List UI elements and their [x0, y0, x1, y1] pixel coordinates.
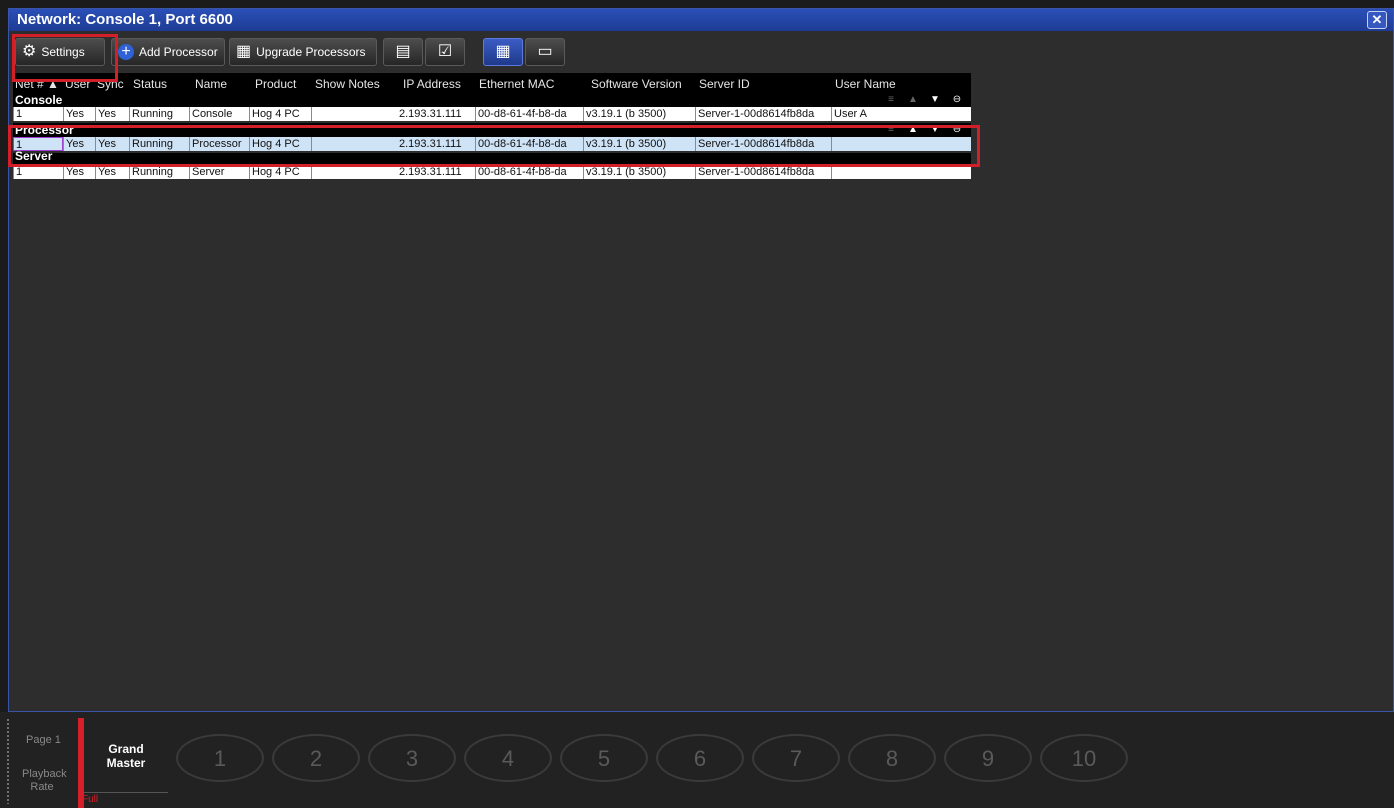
cell-product: Hog 4 PC [249, 165, 311, 179]
col-software-version[interactable]: Software Version [591, 77, 682, 91]
plus-icon: + [118, 44, 134, 60]
playback-number: 9 [981, 746, 995, 771]
checklist-icon: ☑ [437, 43, 453, 60]
cell-mac: 00-d8-61-4f-b8-da [475, 165, 583, 179]
col-server-id[interactable]: Server ID [699, 77, 750, 91]
cell-name: Server [189, 165, 249, 179]
group-console: Console ≡ ▲ ▼ ⊖ [13, 93, 971, 107]
list-view-button[interactable]: ▭ [525, 38, 565, 66]
col-status[interactable]: Status [133, 77, 167, 91]
move-down-icon[interactable]: ▼ [927, 94, 943, 105]
cell-user-name [831, 165, 971, 179]
checklist-button[interactable]: ☑ [425, 38, 465, 66]
collapse-icon[interactable]: ⊖ [949, 94, 965, 105]
playback-10[interactable]: 10 [1040, 734, 1128, 782]
cell-status: Running [129, 165, 189, 179]
divider [84, 792, 168, 793]
playback-1[interactable]: 1 [176, 734, 264, 782]
cell-show-notes [311, 107, 397, 121]
playback-9[interactable]: 9 [944, 734, 1032, 782]
drag-handle[interactable] [6, 718, 10, 804]
upgrade-processors-button[interactable]: ▦ Upgrade Processors [229, 38, 377, 66]
cell-server-id: Server-1-00d8614fb8da [695, 165, 831, 179]
move-up-icon[interactable]: ▲ [905, 94, 921, 105]
playback-number: 5 [597, 746, 611, 771]
col-user-name[interactable]: User Name [835, 77, 896, 91]
print-button[interactable]: ▤ [383, 38, 423, 66]
cell-user: Yes [63, 165, 95, 179]
col-name[interactable]: Name [195, 77, 227, 91]
col-ip-address[interactable]: IP Address [403, 77, 461, 91]
cell-version: v3.19.1 (b 3500) [583, 107, 695, 121]
package-icon: ▦ [236, 43, 252, 60]
playback-8[interactable]: 8 [848, 734, 936, 782]
processor-row-highlight [8, 125, 980, 167]
playback-number: 10 [1071, 746, 1097, 771]
table-row[interactable]: 1 Yes Yes Running Server Hog 4 PC 2.193.… [13, 165, 971, 179]
playback-number: 1 [213, 746, 227, 771]
playback-rate-label[interactable]: Playback Rate [22, 768, 67, 794]
playback-number: 8 [885, 746, 899, 771]
upgrade-processors-label: Upgrade Processors [256, 45, 366, 59]
cell-server-id: Server-1-00d8614fb8da [695, 107, 831, 121]
window-title: Network: Console 1, Port 6600 [17, 11, 233, 28]
cell-mac: 00-d8-61-4f-b8-da [475, 107, 583, 121]
cell-sync: Yes [95, 165, 129, 179]
playback-2[interactable]: 2 [272, 734, 360, 782]
cell-ip: 2.193.31.111 [399, 108, 462, 120]
network-window: Network: Console 1, Port 6600 ✕ ⚙ Settin… [8, 8, 1394, 712]
add-processor-label: Add Processor [139, 45, 218, 59]
playback-number: 3 [405, 746, 419, 771]
cell-sync: Yes [95, 107, 129, 121]
page-label[interactable]: Page 1 [26, 734, 61, 746]
title-bar: Network: Console 1, Port 6600 ✕ [9, 9, 1393, 31]
list-view-icon: ▭ [537, 43, 553, 60]
printer-icon: ▤ [395, 43, 411, 60]
playback-bar: Page 1 Playback Rate Grand Master Full 1… [0, 712, 1394, 808]
close-icon[interactable]: ✕ [1367, 11, 1387, 29]
group-label: Console [15, 93, 63, 107]
col-product[interactable]: Product [255, 77, 296, 91]
playback-5[interactable]: 5 [560, 734, 648, 782]
playback-7[interactable]: 7 [752, 734, 840, 782]
toolbar: ⚙ Settings + Add Processor ▦ Upgrade Pro… [9, 35, 1393, 67]
col-show-notes[interactable]: Show Notes [315, 77, 380, 91]
playback-6[interactable]: 6 [656, 734, 744, 782]
playback-number: 2 [309, 746, 323, 771]
table-header: Net # ▲ User Sync Status Name Product Sh… [13, 73, 971, 93]
playback-number: 4 [501, 746, 515, 771]
cell-status: Running [129, 107, 189, 121]
sort-icon[interactable]: ≡ [883, 94, 899, 105]
spreadsheet-view-button[interactable]: ▦ [483, 38, 523, 66]
cell-show-notes [311, 165, 397, 179]
cell-net: 1 [13, 107, 63, 121]
grand-master-level: Full [82, 794, 99, 805]
cell-net: 1 [13, 165, 63, 179]
cell-ip: 2.193.31.111 [399, 166, 462, 178]
cell-name: Console [189, 107, 249, 121]
spreadsheet-icon: ▦ [495, 43, 511, 60]
cell-product: Hog 4 PC [249, 107, 311, 121]
settings-highlight [12, 34, 118, 82]
grand-master-label: Grand Master [106, 742, 146, 770]
cell-user-name: User A [831, 107, 971, 121]
col-ethernet-mac[interactable]: Ethernet MAC [479, 77, 554, 91]
playback-4[interactable]: 4 [464, 734, 552, 782]
playback-number: 7 [789, 746, 803, 771]
add-processor-button[interactable]: + Add Processor [111, 38, 225, 66]
playback-3[interactable]: 3 [368, 734, 456, 782]
group-controls: ≡ ▲ ▼ ⊖ [883, 94, 965, 105]
cell-version: v3.19.1 (b 3500) [583, 165, 695, 179]
cell-user: Yes [63, 107, 95, 121]
table-row[interactable]: 1 Yes Yes Running Console Hog 4 PC 2.193… [13, 107, 971, 121]
playback-number: 6 [693, 746, 707, 771]
